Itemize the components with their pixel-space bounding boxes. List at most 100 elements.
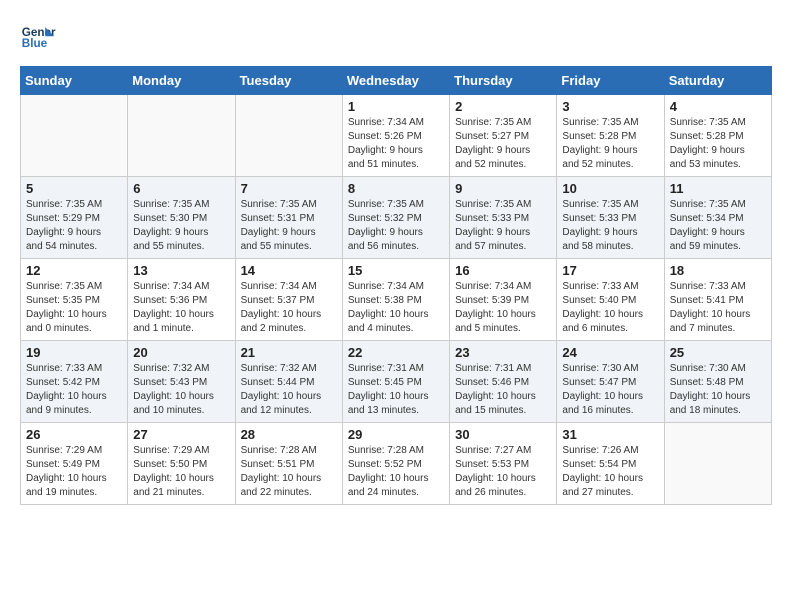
day-cell: 31 Sunrise: 7:26 AM Sunset: 5:54 PM Dayli…: [557, 423, 664, 505]
day-info: Sunrise: 7:28 AM Sunset: 5:51 PM Dayligh…: [241, 444, 337, 500]
day-info: Sunrise: 7:35 AM Sunset: 5:32 PM Dayligh…: [348, 198, 444, 254]
day-header-sunday: Sunday: [21, 67, 128, 95]
day-number: 13: [133, 263, 229, 278]
day-info: Sunrise: 7:35 AM Sunset: 5:28 PM Dayligh…: [670, 116, 766, 172]
day-number: 18: [670, 263, 766, 278]
day-number: 6: [133, 181, 229, 196]
day-number: 30: [455, 427, 551, 442]
day-header-friday: Friday: [557, 67, 664, 95]
day-cell: [664, 423, 771, 505]
day-info: Sunrise: 7:34 AM Sunset: 5:36 PM Dayligh…: [133, 280, 229, 336]
day-info: Sunrise: 7:33 AM Sunset: 5:41 PM Dayligh…: [670, 280, 766, 336]
day-cell: 17 Sunrise: 7:33 AM Sunset: 5:40 PM Dayli…: [557, 259, 664, 341]
day-info: Sunrise: 7:35 AM Sunset: 5:30 PM Dayligh…: [133, 198, 229, 254]
day-info: Sunrise: 7:35 AM Sunset: 5:34 PM Dayligh…: [670, 198, 766, 254]
day-number: 9: [455, 181, 551, 196]
day-number: 15: [348, 263, 444, 278]
day-number: 8: [348, 181, 444, 196]
day-header-monday: Monday: [128, 67, 235, 95]
day-cell: [21, 95, 128, 177]
day-number: 28: [241, 427, 337, 442]
day-info: Sunrise: 7:30 AM Sunset: 5:47 PM Dayligh…: [562, 362, 658, 418]
day-number: 3: [562, 99, 658, 114]
day-info: Sunrise: 7:34 AM Sunset: 5:38 PM Dayligh…: [348, 280, 444, 336]
week-row-3: 12 Sunrise: 7:35 AM Sunset: 5:35 PM Dayli…: [21, 259, 772, 341]
day-number: 21: [241, 345, 337, 360]
day-number: 17: [562, 263, 658, 278]
week-row-2: 5 Sunrise: 7:35 AM Sunset: 5:29 PM Daylig…: [21, 177, 772, 259]
day-info: Sunrise: 7:32 AM Sunset: 5:43 PM Dayligh…: [133, 362, 229, 418]
week-row-1: 1 Sunrise: 7:34 AM Sunset: 5:26 PM Daylig…: [21, 95, 772, 177]
day-number: 7: [241, 181, 337, 196]
day-info: Sunrise: 7:33 AM Sunset: 5:40 PM Dayligh…: [562, 280, 658, 336]
day-header-wednesday: Wednesday: [342, 67, 449, 95]
day-cell: 16 Sunrise: 7:34 AM Sunset: 5:39 PM Dayli…: [450, 259, 557, 341]
day-info: Sunrise: 7:27 AM Sunset: 5:53 PM Dayligh…: [455, 444, 551, 500]
day-number: 10: [562, 181, 658, 196]
day-number: 25: [670, 345, 766, 360]
day-cell: [235, 95, 342, 177]
day-number: 19: [26, 345, 122, 360]
day-info: Sunrise: 7:28 AM Sunset: 5:52 PM Dayligh…: [348, 444, 444, 500]
day-info: Sunrise: 7:34 AM Sunset: 5:26 PM Dayligh…: [348, 116, 444, 172]
day-cell: 6 Sunrise: 7:35 AM Sunset: 5:30 PM Daylig…: [128, 177, 235, 259]
day-header-tuesday: Tuesday: [235, 67, 342, 95]
week-row-4: 19 Sunrise: 7:33 AM Sunset: 5:42 PM Dayli…: [21, 341, 772, 423]
day-number: 4: [670, 99, 766, 114]
day-number: 26: [26, 427, 122, 442]
day-number: 5: [26, 181, 122, 196]
day-cell: 25 Sunrise: 7:30 AM Sunset: 5:48 PM Dayli…: [664, 341, 771, 423]
day-cell: 30 Sunrise: 7:27 AM Sunset: 5:53 PM Dayli…: [450, 423, 557, 505]
day-cell: 3 Sunrise: 7:35 AM Sunset: 5:28 PM Daylig…: [557, 95, 664, 177]
day-header-saturday: Saturday: [664, 67, 771, 95]
day-info: Sunrise: 7:35 AM Sunset: 5:33 PM Dayligh…: [562, 198, 658, 254]
day-cell: 9 Sunrise: 7:35 AM Sunset: 5:33 PM Daylig…: [450, 177, 557, 259]
day-header-row: SundayMondayTuesdayWednesdayThursdayFrid…: [21, 67, 772, 95]
day-cell: 1 Sunrise: 7:34 AM Sunset: 5:26 PM Daylig…: [342, 95, 449, 177]
day-header-thursday: Thursday: [450, 67, 557, 95]
calendar-table: SundayMondayTuesdayWednesdayThursdayFrid…: [20, 66, 772, 505]
day-number: 20: [133, 345, 229, 360]
day-cell: 7 Sunrise: 7:35 AM Sunset: 5:31 PM Daylig…: [235, 177, 342, 259]
week-row-5: 26 Sunrise: 7:29 AM Sunset: 5:49 PM Dayli…: [21, 423, 772, 505]
day-info: Sunrise: 7:29 AM Sunset: 5:50 PM Dayligh…: [133, 444, 229, 500]
day-cell: 19 Sunrise: 7:33 AM Sunset: 5:42 PM Dayli…: [21, 341, 128, 423]
day-info: Sunrise: 7:35 AM Sunset: 5:33 PM Dayligh…: [455, 198, 551, 254]
day-number: 24: [562, 345, 658, 360]
day-cell: 4 Sunrise: 7:35 AM Sunset: 5:28 PM Daylig…: [664, 95, 771, 177]
day-info: Sunrise: 7:29 AM Sunset: 5:49 PM Dayligh…: [26, 444, 122, 500]
day-cell: 24 Sunrise: 7:30 AM Sunset: 5:47 PM Dayli…: [557, 341, 664, 423]
day-cell: 27 Sunrise: 7:29 AM Sunset: 5:50 PM Dayli…: [128, 423, 235, 505]
day-info: Sunrise: 7:35 AM Sunset: 5:31 PM Dayligh…: [241, 198, 337, 254]
day-cell: 21 Sunrise: 7:32 AM Sunset: 5:44 PM Dayli…: [235, 341, 342, 423]
day-info: Sunrise: 7:35 AM Sunset: 5:29 PM Dayligh…: [26, 198, 122, 254]
day-number: 12: [26, 263, 122, 278]
day-number: 22: [348, 345, 444, 360]
day-info: Sunrise: 7:34 AM Sunset: 5:39 PM Dayligh…: [455, 280, 551, 336]
day-cell: 22Sunrise: 7:31 AM Sunset: 5:45 PM Dayli…: [342, 341, 449, 423]
day-cell: 8 Sunrise: 7:35 AM Sunset: 5:32 PM Daylig…: [342, 177, 449, 259]
day-cell: 29 Sunrise: 7:28 AM Sunset: 5:52 PM Dayli…: [342, 423, 449, 505]
day-number: 29: [348, 427, 444, 442]
svg-text:Blue: Blue: [22, 37, 48, 50]
day-number: 1: [348, 99, 444, 114]
day-cell: 18 Sunrise: 7:33 AM Sunset: 5:41 PM Dayli…: [664, 259, 771, 341]
day-cell: 5 Sunrise: 7:35 AM Sunset: 5:29 PM Daylig…: [21, 177, 128, 259]
day-number: 31: [562, 427, 658, 442]
day-cell: 14Sunrise: 7:34 AM Sunset: 5:37 PM Dayli…: [235, 259, 342, 341]
day-info: Sunrise: 7:30 AM Sunset: 5:48 PM Dayligh…: [670, 362, 766, 418]
logo-icon: General Blue: [20, 20, 56, 56]
logo: General Blue: [20, 20, 56, 56]
day-cell: 10 Sunrise: 7:35 AM Sunset: 5:33 PM Dayli…: [557, 177, 664, 259]
day-info: Sunrise: 7:32 AM Sunset: 5:44 PM Dayligh…: [241, 362, 337, 418]
day-info: Sunrise: 7:35 AM Sunset: 5:28 PM Dayligh…: [562, 116, 658, 172]
day-number: 23: [455, 345, 551, 360]
day-info: Sunrise: 7:31 AM Sunset: 5:46 PM Dayligh…: [455, 362, 551, 418]
page-header: General Blue: [20, 20, 772, 56]
day-number: 27: [133, 427, 229, 442]
day-number: 16: [455, 263, 551, 278]
day-info: Sunrise: 7:26 AM Sunset: 5:54 PM Dayligh…: [562, 444, 658, 500]
day-info: Sunrise: 7:35 AM Sunset: 5:35 PM Dayligh…: [26, 280, 122, 336]
day-info: Sunrise: 7:33 AM Sunset: 5:42 PM Dayligh…: [26, 362, 122, 418]
day-cell: 12 Sunrise: 7:35 AM Sunset: 5:35 PM Dayli…: [21, 259, 128, 341]
